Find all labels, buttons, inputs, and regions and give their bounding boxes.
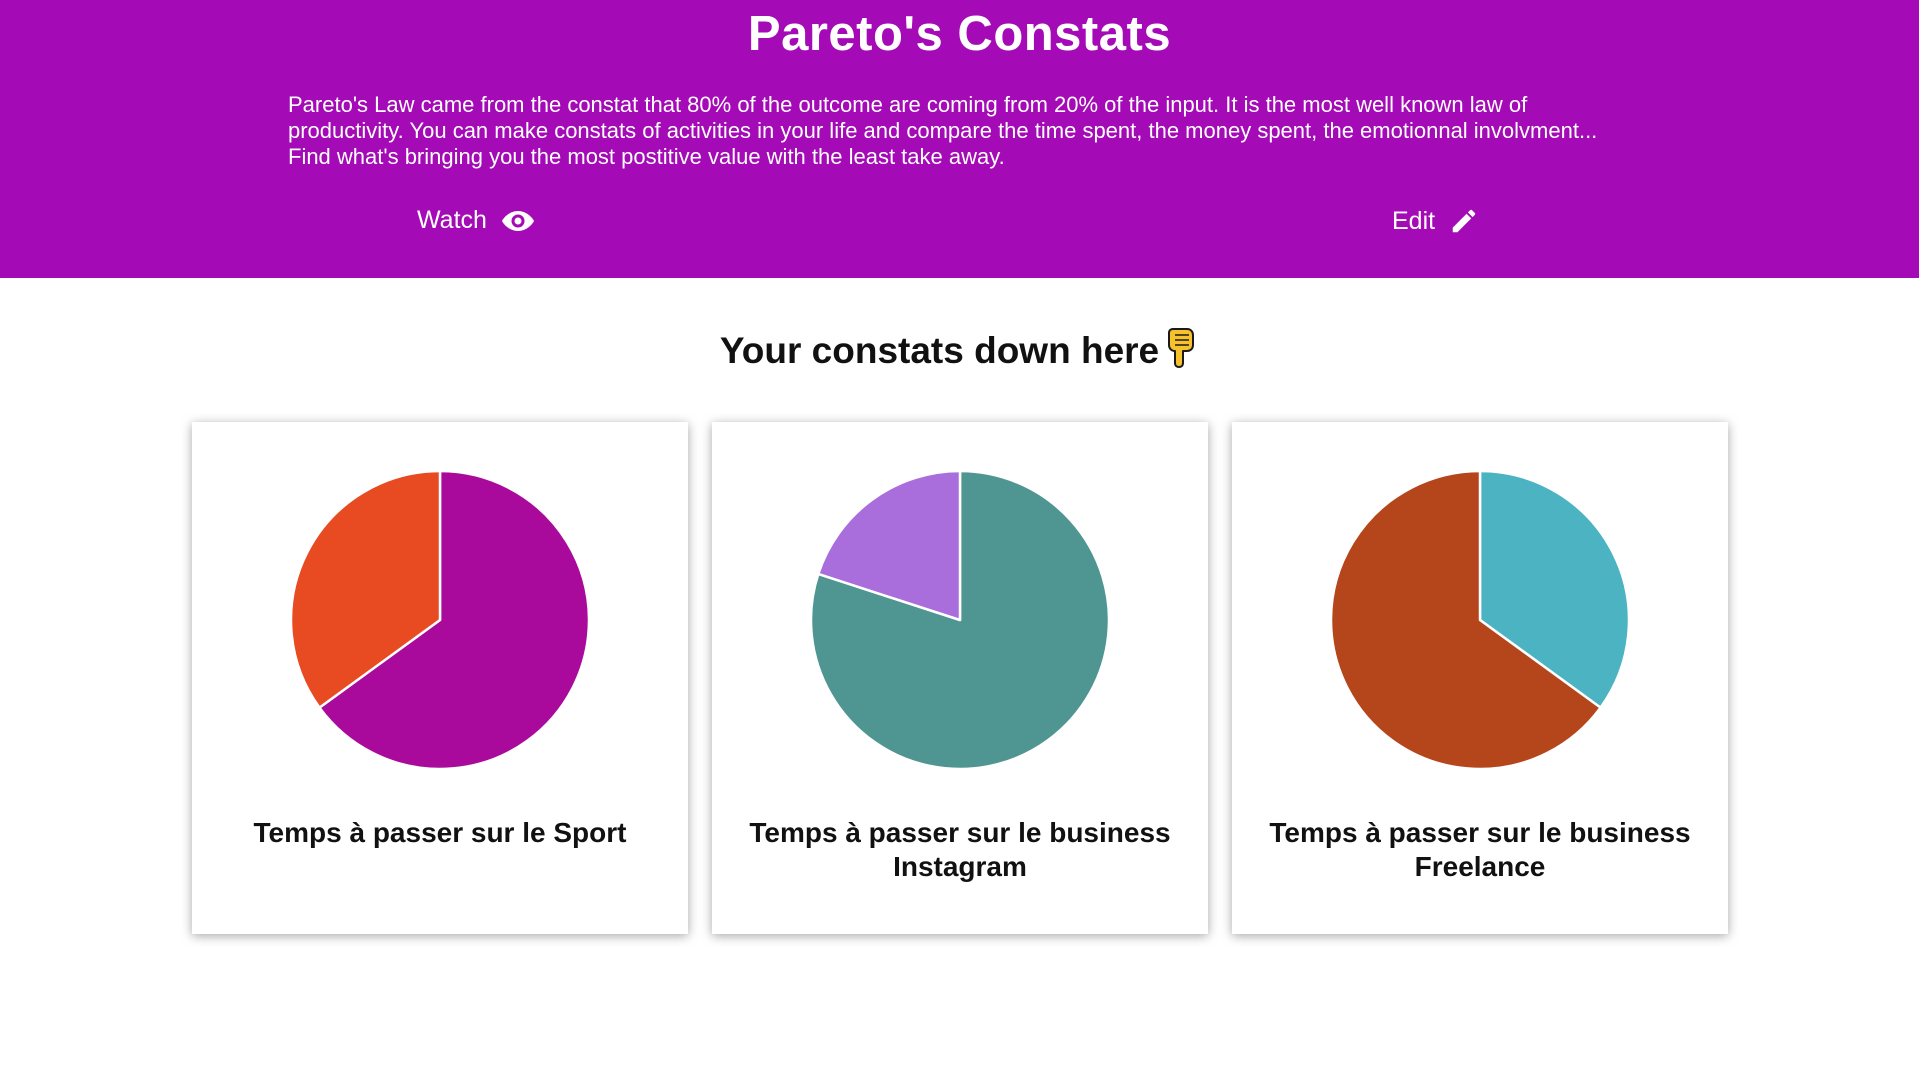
edit-label: Edit (1392, 206, 1436, 235)
pie-chart (810, 470, 1110, 770)
header-banner: Pareto's Constats Pareto's Law came from… (0, 0, 1919, 278)
constat-title: Temps à passer sur le business Freelance (1269, 817, 1691, 882)
constats-list: Temps à passer sur le Sport Temps à pass… (192, 422, 1728, 934)
constat-title: Temps à passer sur le Sport (253, 817, 627, 848)
section-title: Your constats down here (0, 325, 1919, 372)
eye-icon (501, 210, 534, 231)
constat-card-instagram[interactable]: Temps à passer sur le business Instagram (712, 422, 1208, 934)
watch-button[interactable]: Watch (417, 206, 535, 235)
pie-chart (290, 470, 590, 770)
page-title: Pareto's Constats (747, 7, 1172, 61)
section-title-text: Your constats down here (719, 330, 1160, 371)
pie-chart (1330, 470, 1630, 770)
edit-button[interactable]: Edit (1392, 206, 1479, 236)
pencil-icon (1452, 209, 1476, 233)
intro-text: Pareto's Law came from the constat that … (288, 92, 1598, 169)
watch-label: Watch (417, 206, 487, 234)
constat-card-freelance[interactable]: Temps à passer sur le business Freelance (1232, 422, 1728, 934)
constat-title: Temps à passer sur le business Instagram (749, 817, 1171, 882)
constat-card-sport[interactable]: Temps à passer sur le Sport (192, 422, 688, 934)
pointing-down-hand-icon (1168, 328, 1195, 368)
